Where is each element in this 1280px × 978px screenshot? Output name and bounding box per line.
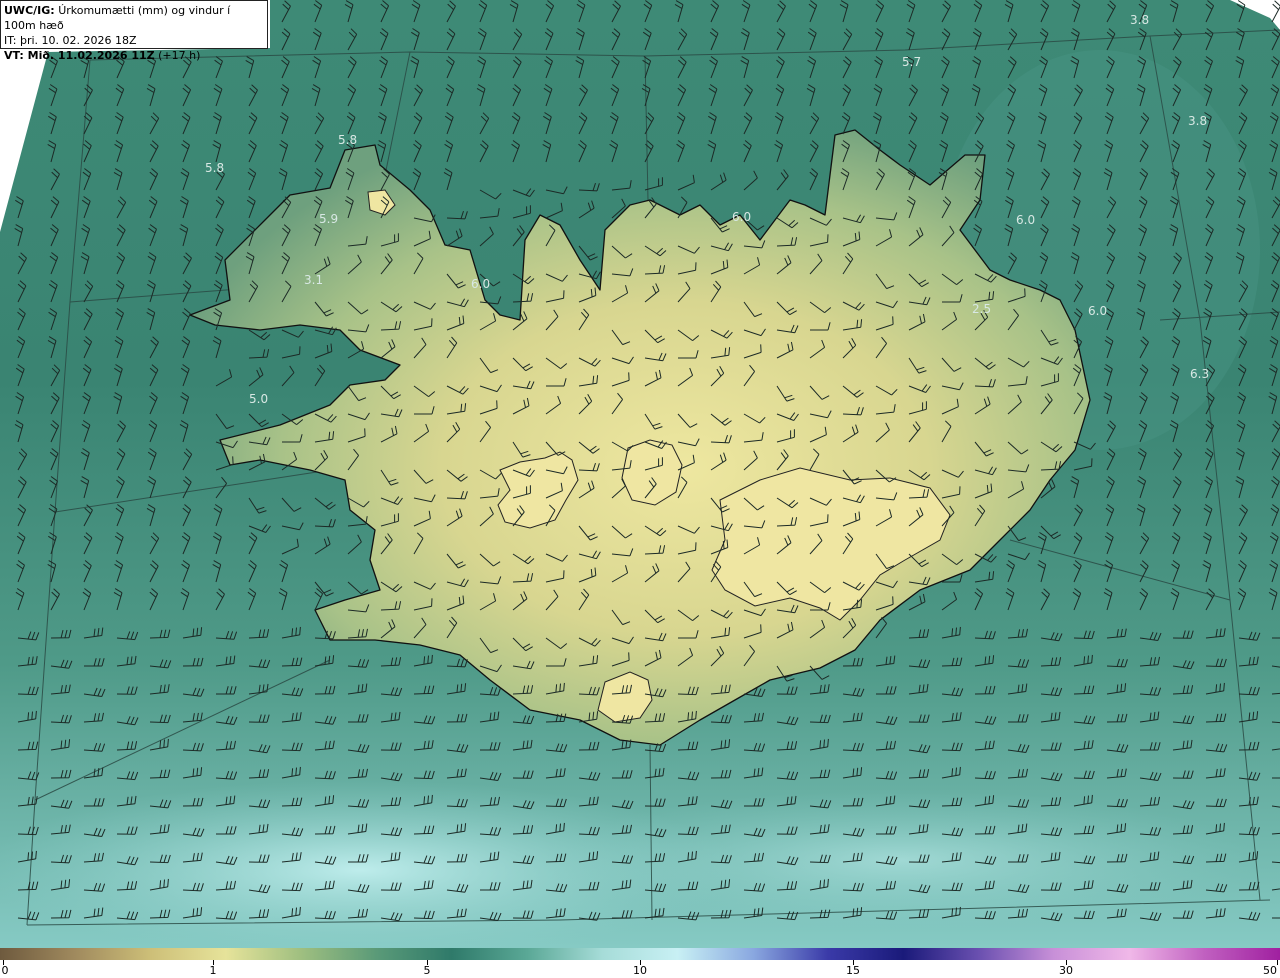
model-name: UWC/IG: [4, 4, 55, 17]
precip-value: 5.0 [249, 392, 268, 406]
title-line: UWC/IG: Úrkomumætti (mm) og vindur í 100… [4, 3, 264, 33]
precipitation-colorbar: 0 1 5 10 15 30 50 [0, 948, 1280, 978]
precip-value: 6.0 [732, 210, 751, 224]
colorbar-tick-label: 30 [1059, 964, 1073, 977]
valid-time: VT: Mið. 11.02.2026 11Z [4, 49, 155, 62]
precipitation-wind-map: 3.8 5.7 3.8 5.8 5.8 5.9 6.0 6.0 3.1 6.0 … [0, 0, 1280, 948]
colorbar-tick [1277, 960, 1278, 965]
precip-value: 3.1 [304, 273, 323, 287]
precip-value: 5.8 [338, 133, 357, 147]
valid-time-line: VT: Mið. 11.02.2026 11Z (+17 h) [4, 48, 264, 63]
precip-value: 5.7 [902, 55, 921, 69]
precip-value: 5.9 [319, 212, 338, 226]
colorbar-tick-label: 50 [1263, 964, 1277, 977]
initial-time: IT: þri. 10. 02. 2026 18Z [4, 34, 137, 47]
colorbar-tick-label: 10 [633, 964, 647, 977]
colorbar-strip [0, 948, 1280, 960]
precip-value: 2.5 [972, 302, 991, 316]
precip-value: 6.3 [1190, 367, 1209, 381]
precip-value: 6.0 [471, 277, 490, 291]
precip-value: 3.8 [1188, 114, 1207, 128]
colorbar-tick-label: 15 [846, 964, 860, 977]
precip-value: 5.8 [205, 161, 224, 175]
colorbar-tick-label: 5 [423, 964, 431, 977]
colorbar-tick-label: 1 [209, 964, 217, 977]
lead-time: (+17 h) [158, 49, 201, 62]
colorbar-tick-label: 0 [1, 964, 9, 977]
precip-value: 6.0 [1016, 213, 1035, 227]
precip-value: 6.0 [1088, 304, 1107, 318]
precip-value: 3.8 [1130, 13, 1149, 27]
map-title-box: UWC/IG: Úrkomumætti (mm) og vindur í 100… [0, 0, 268, 62]
